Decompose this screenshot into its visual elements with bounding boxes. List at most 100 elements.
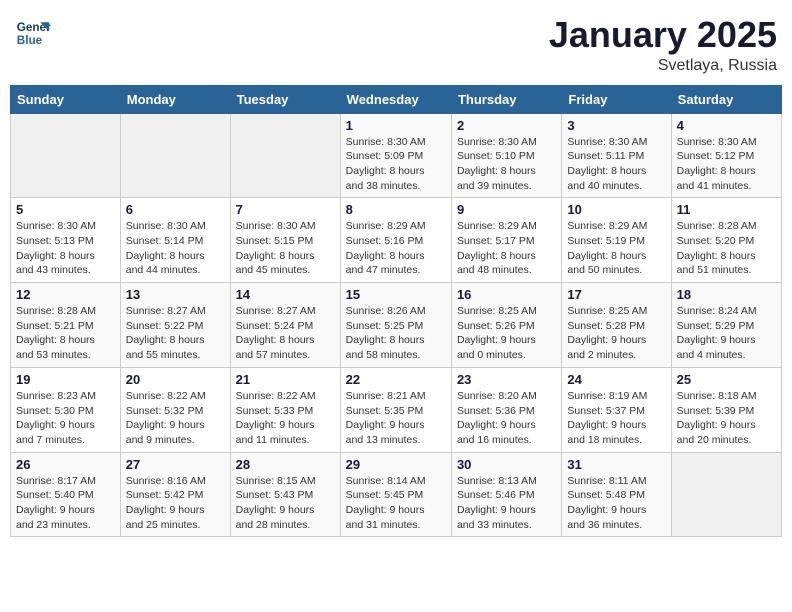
day-info: Sunrise: 8:19 AM Sunset: 5:37 PM Dayligh… <box>567 389 665 448</box>
svg-text:Blue: Blue <box>17 34 43 47</box>
calendar-cell: 15 Sunrise: 8:26 AM Sunset: 5:25 PM Dayli… <box>340 283 451 368</box>
calendar-cell: 16 Sunrise: 8:25 AM Sunset: 5:26 PM Dayli… <box>451 283 561 368</box>
day-info: Sunrise: 8:30 AM Sunset: 5:13 PM Dayligh… <box>16 219 115 278</box>
day-number: 6 <box>126 202 225 217</box>
day-info: Sunrise: 8:30 AM Sunset: 5:10 PM Dayligh… <box>457 135 556 194</box>
day-info: Sunrise: 8:29 AM Sunset: 5:16 PM Dayligh… <box>346 219 446 278</box>
day-info: Sunrise: 8:27 AM Sunset: 5:22 PM Dayligh… <box>126 304 225 363</box>
day-number: 7 <box>236 202 335 217</box>
day-info: Sunrise: 8:11 AM Sunset: 5:48 PM Dayligh… <box>567 474 665 533</box>
calendar-cell: 24 Sunrise: 8:19 AM Sunset: 5:37 PM Dayli… <box>562 367 671 452</box>
day-info: Sunrise: 8:17 AM Sunset: 5:40 PM Dayligh… <box>16 474 115 533</box>
day-number: 22 <box>346 372 446 387</box>
day-number: 21 <box>236 372 335 387</box>
day-info: Sunrise: 8:29 AM Sunset: 5:19 PM Dayligh… <box>567 219 665 278</box>
week-row-2: 5 Sunrise: 8:30 AM Sunset: 5:13 PM Daylig… <box>11 198 782 283</box>
day-info: Sunrise: 8:16 AM Sunset: 5:42 PM Dayligh… <box>126 474 225 533</box>
calendar-cell: 31 Sunrise: 8:11 AM Sunset: 5:48 PM Dayli… <box>562 452 671 537</box>
weekday-header-sunday: Sunday <box>11 85 121 113</box>
header: General Blue January 2025 Svetlaya, Russ… <box>10 10 782 75</box>
day-number: 12 <box>16 287 115 302</box>
calendar-cell: 9 Sunrise: 8:29 AM Sunset: 5:17 PM Daylig… <box>451 198 561 283</box>
day-number: 10 <box>567 202 665 217</box>
day-info: Sunrise: 8:25 AM Sunset: 5:28 PM Dayligh… <box>567 304 665 363</box>
day-number: 8 <box>346 202 446 217</box>
weekday-header-saturday: Saturday <box>671 85 781 113</box>
day-number: 1 <box>346 118 446 133</box>
calendar-cell: 1Sunrise: 8:30 AM Sunset: 5:09 PM Daylig… <box>340 113 451 198</box>
day-number: 4 <box>677 118 776 133</box>
calendar-cell: 11Sunrise: 8:28 AM Sunset: 5:20 PM Dayli… <box>671 198 781 283</box>
day-number: 3 <box>567 118 665 133</box>
calendar-cell: 8 Sunrise: 8:29 AM Sunset: 5:16 PM Daylig… <box>340 198 451 283</box>
day-info: Sunrise: 8:13 AM Sunset: 5:46 PM Dayligh… <box>457 474 556 533</box>
calendar-cell: 25 Sunrise: 8:18 AM Sunset: 5:39 PM Dayli… <box>671 367 781 452</box>
day-info: Sunrise: 8:30 AM Sunset: 5:12 PM Dayligh… <box>677 135 776 194</box>
calendar-cell: 26 Sunrise: 8:17 AM Sunset: 5:40 PM Dayli… <box>11 452 121 537</box>
day-number: 24 <box>567 372 665 387</box>
day-info: Sunrise: 8:20 AM Sunset: 5:36 PM Dayligh… <box>457 389 556 448</box>
calendar-cell: 4 Sunrise: 8:30 AM Sunset: 5:12 PM Daylig… <box>671 113 781 198</box>
week-row-3: 12 Sunrise: 8:28 AM Sunset: 5:21 PM Dayli… <box>11 283 782 368</box>
calendar-cell <box>671 452 781 537</box>
day-info: Sunrise: 8:24 AM Sunset: 5:29 PM Dayligh… <box>677 304 776 363</box>
day-number: 23 <box>457 372 556 387</box>
calendar-cell: 10 Sunrise: 8:29 AM Sunset: 5:19 PM Dayli… <box>562 198 671 283</box>
day-info: Sunrise: 8:18 AM Sunset: 5:39 PM Dayligh… <box>677 389 776 448</box>
day-info: Sunrise: 8:26 AM Sunset: 5:25 PM Dayligh… <box>346 304 446 363</box>
calendar-cell: 28 Sunrise: 8:15 AM Sunset: 5:43 PM Dayli… <box>230 452 340 537</box>
calendar-cell: 30 Sunrise: 8:13 AM Sunset: 5:46 PM Dayli… <box>451 452 561 537</box>
day-info: Sunrise: 8:14 AM Sunset: 5:45 PM Dayligh… <box>346 474 446 533</box>
day-number: 15 <box>346 287 446 302</box>
day-info: Sunrise: 8:25 AM Sunset: 5:26 PM Dayligh… <box>457 304 556 363</box>
day-number: 25 <box>677 372 776 387</box>
week-row-1: 1Sunrise: 8:30 AM Sunset: 5:09 PM Daylig… <box>11 113 782 198</box>
day-number: 2 <box>457 118 556 133</box>
calendar-cell: 18 Sunrise: 8:24 AM Sunset: 5:29 PM Dayli… <box>671 283 781 368</box>
day-number: 28 <box>236 457 335 472</box>
weekday-header-thursday: Thursday <box>451 85 561 113</box>
calendar-cell: 21Sunrise: 8:22 AM Sunset: 5:33 PM Dayli… <box>230 367 340 452</box>
day-info: Sunrise: 8:21 AM Sunset: 5:35 PM Dayligh… <box>346 389 446 448</box>
calendar-cell: 20Sunrise: 8:22 AM Sunset: 5:32 PM Dayli… <box>120 367 230 452</box>
day-number: 30 <box>457 457 556 472</box>
day-info: Sunrise: 8:30 AM Sunset: 5:11 PM Dayligh… <box>567 135 665 194</box>
calendar-cell: 13 Sunrise: 8:27 AM Sunset: 5:22 PM Dayli… <box>120 283 230 368</box>
weekday-header-row: SundayMondayTuesdayWednesdayThursdayFrid… <box>11 85 782 113</box>
day-number: 14 <box>236 287 335 302</box>
month-title: January 2025 <box>549 15 777 55</box>
weekday-header-tuesday: Tuesday <box>230 85 340 113</box>
weekday-header-friday: Friday <box>562 85 671 113</box>
day-info: Sunrise: 8:22 AM Sunset: 5:32 PM Dayligh… <box>126 389 225 448</box>
day-info: Sunrise: 8:23 AM Sunset: 5:30 PM Dayligh… <box>16 389 115 448</box>
day-info: Sunrise: 8:28 AM Sunset: 5:21 PM Dayligh… <box>16 304 115 363</box>
day-number: 5 <box>16 202 115 217</box>
calendar-cell: 14 Sunrise: 8:27 AM Sunset: 5:24 PM Dayli… <box>230 283 340 368</box>
calendar-cell: 5 Sunrise: 8:30 AM Sunset: 5:13 PM Daylig… <box>11 198 121 283</box>
week-row-4: 19 Sunrise: 8:23 AM Sunset: 5:30 PM Dayli… <box>11 367 782 452</box>
day-info: Sunrise: 8:27 AM Sunset: 5:24 PM Dayligh… <box>236 304 335 363</box>
day-number: 27 <box>126 457 225 472</box>
day-info: Sunrise: 8:15 AM Sunset: 5:43 PM Dayligh… <box>236 474 335 533</box>
calendar-cell: 7Sunrise: 8:30 AM Sunset: 5:15 PM Daylig… <box>230 198 340 283</box>
day-number: 16 <box>457 287 556 302</box>
logo: General Blue <box>15 15 51 51</box>
day-number: 9 <box>457 202 556 217</box>
day-number: 19 <box>16 372 115 387</box>
day-number: 31 <box>567 457 665 472</box>
calendar-cell: 2 Sunrise: 8:30 AM Sunset: 5:10 PM Daylig… <box>451 113 561 198</box>
calendar-cell <box>120 113 230 198</box>
calendar-cell: 19 Sunrise: 8:23 AM Sunset: 5:30 PM Dayli… <box>11 367 121 452</box>
calendar-cell <box>11 113 121 198</box>
calendar-cell: 23 Sunrise: 8:20 AM Sunset: 5:36 PM Dayli… <box>451 367 561 452</box>
day-info: Sunrise: 8:30 AM Sunset: 5:14 PM Dayligh… <box>126 219 225 278</box>
day-number: 29 <box>346 457 446 472</box>
day-number: 13 <box>126 287 225 302</box>
calendar-table: SundayMondayTuesdayWednesdayThursdayFrid… <box>10 85 782 538</box>
day-number: 26 <box>16 457 115 472</box>
day-number: 17 <box>567 287 665 302</box>
day-number: 18 <box>677 287 776 302</box>
week-row-5: 26 Sunrise: 8:17 AM Sunset: 5:40 PM Dayli… <box>11 452 782 537</box>
day-info: Sunrise: 8:29 AM Sunset: 5:17 PM Dayligh… <box>457 219 556 278</box>
calendar-cell: 6 Sunrise: 8:30 AM Sunset: 5:14 PM Daylig… <box>120 198 230 283</box>
